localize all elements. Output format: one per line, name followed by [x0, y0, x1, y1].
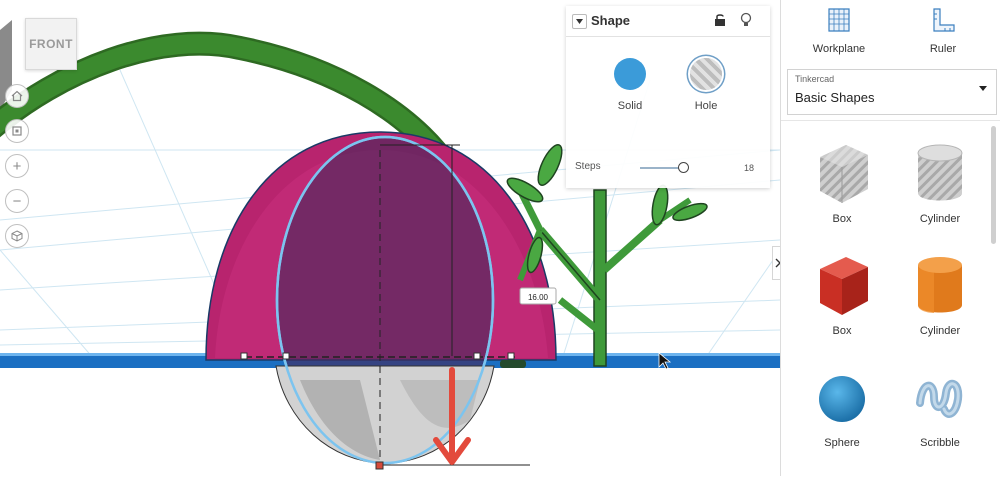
box-hole-icon	[820, 145, 868, 203]
solid-swatch[interactable]	[614, 58, 646, 90]
gallery-scrollbar[interactable]	[991, 126, 996, 244]
library-source: Tinkercad	[795, 74, 835, 84]
shape-item-cylinder-solid[interactable]: Cylinder	[895, 251, 985, 337]
steps-label: Steps	[575, 161, 601, 172]
solid-label: Solid	[617, 100, 643, 112]
caret-down-icon	[979, 86, 987, 91]
cylinder-hole-icon	[917, 144, 963, 201]
lightbulb-icon[interactable]	[740, 12, 752, 28]
solid-option[interactable]: Solid	[600, 58, 660, 112]
steps-slider-handle[interactable]	[678, 162, 690, 173]
shape-item-box-solid[interactable]: Box	[797, 251, 887, 337]
hole-swatch[interactable]	[690, 58, 722, 90]
cylinder-solid-icon	[918, 257, 962, 313]
projection-button[interactable]	[5, 224, 29, 248]
view-cube[interactable]: FRONT	[25, 18, 77, 70]
shape-item-label: Box	[832, 325, 852, 337]
shape-item-label: Cylinder	[919, 213, 961, 225]
shape-item-scribble[interactable]: Scribble	[895, 363, 985, 449]
view-tools: + −	[5, 84, 29, 259]
view-cube-label: FRONT	[29, 37, 73, 51]
plus-icon: +	[12, 157, 22, 175]
ruler-icon	[933, 8, 955, 32]
shape-gallery: Box Cylinder Box Cylinder Sphere Scribbl…	[781, 120, 1000, 477]
home-icon	[11, 90, 23, 102]
steps-value[interactable]: 18	[744, 163, 754, 173]
shape-item-cylinder-hole[interactable]: Cylinder	[895, 139, 985, 225]
3d-viewport[interactable]: 16.00 FRONT + − Shape Solid Hole Steps 1…	[0, 0, 780, 476]
right-sidebar: Workplane Ruler Tinkercad Basic Shapes B…	[780, 0, 1000, 476]
hole-label: Hole	[694, 100, 718, 112]
fit-view-icon	[12, 126, 22, 136]
shape-panel-header: Shape	[566, 6, 770, 37]
library-selected: Basic Shapes	[795, 90, 875, 105]
zoom-in-button[interactable]: +	[5, 154, 29, 178]
shape-library-select[interactable]: Tinkercad Basic Shapes	[787, 69, 997, 115]
ruler-tool-button[interactable]: Ruler	[903, 6, 983, 55]
cube-icon	[11, 230, 23, 242]
home-view-button[interactable]	[5, 84, 29, 108]
zoom-out-button[interactable]: −	[5, 189, 29, 213]
shape-item-box-hole[interactable]: Box	[797, 139, 887, 225]
scribble-icon	[916, 380, 963, 418]
shape-item-label: Box	[832, 213, 852, 225]
lock-icon[interactable]	[714, 13, 726, 27]
workplane-grid-icon	[828, 8, 850, 32]
shape-item-sphere[interactable]: Sphere	[797, 363, 887, 449]
sidebar-toggle-button[interactable]	[772, 246, 780, 280]
fit-view-button[interactable]	[5, 119, 29, 143]
workplane-label: Workplane	[812, 43, 866, 55]
shape-item-label: Cylinder	[919, 325, 961, 337]
workplane-tool-button[interactable]: Workplane	[799, 6, 879, 55]
hole-option[interactable]: Hole	[676, 58, 736, 112]
shape-panel-title: Shape	[591, 13, 631, 28]
chevron-down-icon	[576, 19, 583, 24]
shape-item-label: Sphere	[824, 437, 860, 449]
shape-inspector-panel: Shape Solid Hole Steps 18	[566, 6, 770, 188]
sphere-icon	[819, 376, 865, 422]
collapse-panel-button[interactable]	[572, 14, 587, 29]
box-solid-icon	[820, 257, 868, 315]
minus-icon: −	[12, 192, 22, 210]
ruler-label: Ruler	[929, 43, 957, 55]
shape-item-label: Scribble	[920, 437, 960, 449]
dimension-value: 16.00	[528, 293, 549, 302]
